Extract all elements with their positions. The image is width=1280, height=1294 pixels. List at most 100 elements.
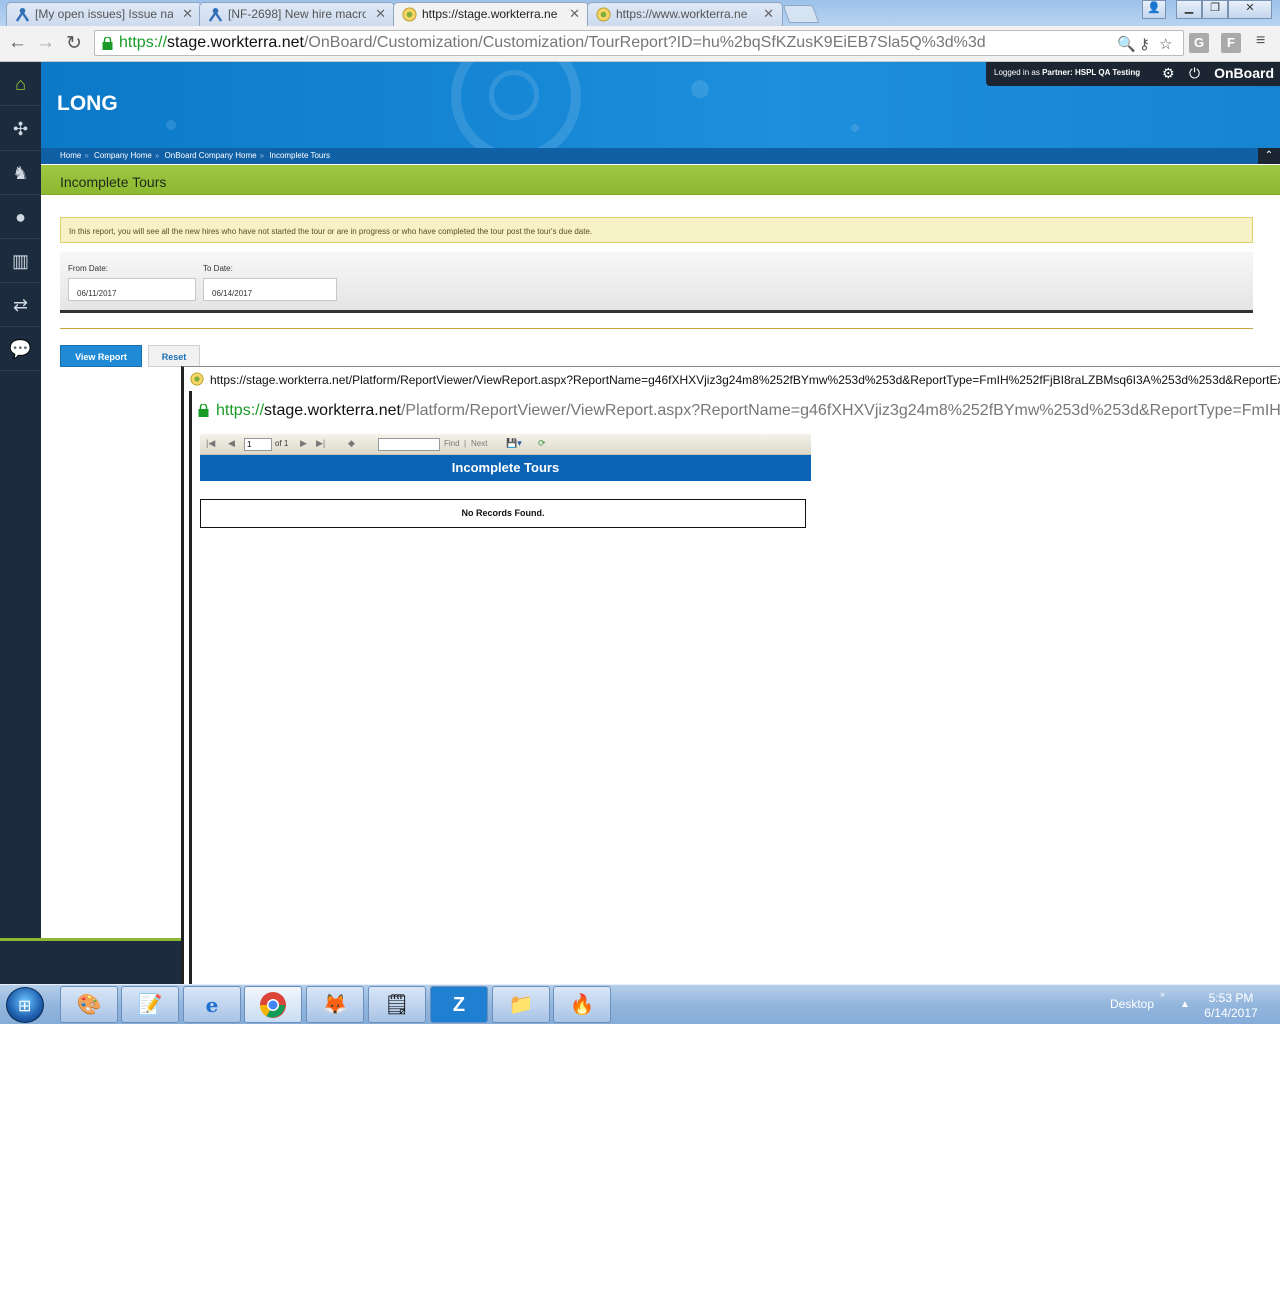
footer: [0, 941, 182, 984]
notepad-icon[interactable]: 📝: [121, 986, 179, 1023]
logged-in-text: Logged in as Partner: HSPL QA Testing: [994, 68, 1140, 77]
to-date-label: To Date:: [203, 264, 233, 273]
home-icon[interactable]: ⌂: [0, 62, 41, 106]
browser-tabstrip: [My open issues] Issue na ✕ [NF-2698] Ne…: [0, 0, 1280, 27]
first-page-icon[interactable]: |◀: [206, 438, 215, 449]
url-scheme: https://: [119, 34, 168, 51]
forward-icon[interactable]: →: [36, 32, 55, 54]
page-number-input[interactable]: [244, 438, 272, 451]
find-input[interactable]: [378, 438, 440, 451]
system-clock[interactable]: 5:53 PM 6/14/2017: [1196, 991, 1266, 1021]
export-icon[interactable]: 💾▾: [506, 438, 522, 449]
popup-url-scheme: https://: [216, 402, 265, 419]
close-tab-icon[interactable]: ✕: [182, 6, 193, 22]
sticky-notes-icon[interactable]: 🗒: [368, 986, 426, 1023]
internet-explorer-icon[interactable]: e: [183, 986, 241, 1023]
popup-title-bar: https://stage.workterra.net/Platform/Rep…: [184, 367, 1280, 391]
filter-panel: From Date: To Date:: [60, 252, 1253, 313]
toolbar-chevron[interactable]: »: [1160, 989, 1165, 999]
paint-icon[interactable]: 🎨: [60, 986, 118, 1023]
browser-tab-2[interactable]: [NF-2698] New hire macro ✕: [199, 2, 395, 26]
reload-icon[interactable]: ↻: [66, 32, 82, 55]
file-explorer-icon[interactable]: 📁: [492, 986, 550, 1023]
popup-address-bar[interactable]: https://stage.workterra.net/Platform/Rep…: [189, 391, 1280, 431]
from-date-input[interactable]: [68, 278, 196, 301]
last-page-icon[interactable]: ▶|: [316, 438, 325, 449]
app-sidebar: ⌂ ✣ ♞ ● ▥ ⇄ 💬: [0, 62, 41, 984]
report-toolbar: |◀ ◀ of 1 ▶ ▶| ◆ Find | Next 💾▾ ⟳: [200, 434, 811, 455]
user-info-bar: Logged in as Partner: HSPL QA Testing ⚙ …: [986, 62, 1280, 86]
back-to-parent-icon[interactable]: ◆: [348, 438, 355, 449]
browser-tab-1[interactable]: [My open issues] Issue na ✕: [6, 2, 202, 26]
page-title-bar: Incomplete Tours: [41, 165, 1280, 195]
tab-title: [My open issues] Issue na: [35, 7, 173, 21]
report-title: Incomplete Tours: [200, 455, 811, 481]
extension-g-icon[interactable]: G: [1189, 33, 1209, 53]
refresh-icon[interactable]: ⟳: [538, 438, 546, 449]
popup-url-host: stage.workterra.net: [264, 402, 401, 419]
extension-f-icon[interactable]: F: [1221, 33, 1241, 53]
company-name: LONG: [57, 92, 118, 115]
workterra-icon: [402, 7, 417, 22]
logged-in-name: HSPL QA Testing: [1074, 68, 1141, 77]
clock-time: 5:53 PM: [1208, 991, 1254, 1005]
browser-tab-3-active[interactable]: https://stage.workterra.ne ✕: [393, 2, 589, 27]
popup-title-url: https://stage.workterra.net/Platform/Rep…: [210, 373, 1280, 387]
divider: [60, 328, 1253, 329]
brand-logo: OnBoard: [1214, 65, 1274, 81]
transfer-arrows-icon[interactable]: ⇄: [0, 283, 41, 327]
back-icon[interactable]: ←: [8, 32, 27, 54]
user-icon[interactable]: ●: [0, 195, 41, 239]
page-title: Incomplete Tours: [60, 174, 167, 190]
chrome-icon[interactable]: [244, 986, 302, 1023]
close-tab-icon[interactable]: ✕: [569, 6, 580, 22]
find-link[interactable]: Find: [444, 439, 460, 448]
desktop-toolbar-label[interactable]: Desktop: [1110, 997, 1154, 1011]
new-tab-button[interactable]: [782, 5, 820, 23]
tab-title: [NF-2698] New hire macro: [228, 7, 366, 21]
minimize-window-icon[interactable]: ▁: [1176, 0, 1202, 19]
puzzle-icon[interactable]: ✣: [0, 107, 41, 151]
next-page-icon[interactable]: ▶: [300, 438, 307, 449]
reset-button[interactable]: Reset: [148, 345, 200, 367]
close-tab-icon[interactable]: ✕: [375, 6, 386, 22]
report-viewer-window: https://stage.workterra.net/Platform/Rep…: [181, 366, 1280, 987]
breadcrumb-company-home[interactable]: Company Home: [94, 151, 152, 160]
previous-page-icon[interactable]: ◀: [228, 438, 235, 449]
burner-icon[interactable]: 🔥: [553, 986, 611, 1023]
reports-chart-icon[interactable]: ▥: [0, 239, 41, 283]
lock-icon: [102, 37, 113, 50]
start-button[interactable]: ⊞: [6, 987, 44, 1023]
power-icon[interactable]: ⏻: [1189, 65, 1200, 82]
gear-icon[interactable]: ⚙: [1162, 65, 1175, 82]
breadcrumb-home[interactable]: Home: [60, 151, 81, 160]
bookmark-star-icon[interactable]: ☆: [1159, 35, 1172, 53]
key-icon[interactable]: ⚷: [1139, 35, 1150, 53]
zoho-icon[interactable]: Z: [430, 986, 488, 1023]
address-bar-input[interactable]: https://stage.workterra.net/OnBoard/Cust…: [94, 30, 1184, 56]
collapse-header-icon[interactable]: ⌃: [1258, 148, 1280, 164]
zoom-icon[interactable]: 🔍: [1117, 35, 1136, 53]
user-profile-icon[interactable]: 👤: [1142, 0, 1166, 19]
toolbar-separator: |: [464, 439, 467, 448]
breadcrumb-onboard-company-home[interactable]: OnBoard Company Home: [165, 151, 257, 160]
logged-in-prefix: Logged in as: [994, 68, 1040, 77]
restore-window-icon[interactable]: ❐: [1202, 0, 1228, 19]
find-next-link[interactable]: Next: [471, 439, 487, 448]
popup-url-path: /Platform/ReportViewer/ViewReport.aspx?R…: [400, 402, 1280, 419]
view-report-button[interactable]: View Report: [60, 345, 142, 367]
jira-icon: [208, 7, 223, 22]
screen: [My open issues] Issue na ✕ [NF-2698] Ne…: [0, 0, 1280, 1024]
menu-icon[interactable]: ≡: [1256, 32, 1265, 50]
firefox-icon[interactable]: 🦊: [306, 986, 364, 1023]
close-tab-icon[interactable]: ✕: [763, 6, 774, 22]
to-date-input[interactable]: [203, 278, 337, 301]
close-window-icon[interactable]: ✕: [1228, 0, 1272, 19]
user-settings-icon[interactable]: ♞: [0, 151, 41, 195]
page-count-label: of 1: [275, 439, 289, 448]
header-decoration: [691, 80, 709, 98]
chat-icon[interactable]: 💬: [0, 327, 41, 371]
tray-arrow-icon[interactable]: ▲: [1180, 999, 1190, 1010]
browser-tab-4[interactable]: https://www.workterra.ne ✕: [587, 2, 783, 26]
clock-date: 6/14/2017: [1204, 1006, 1258, 1020]
